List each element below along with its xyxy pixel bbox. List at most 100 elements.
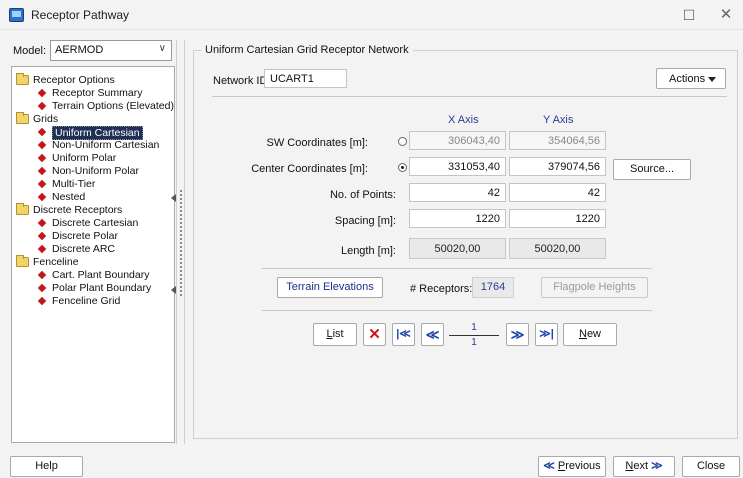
splitter-grip: [180, 190, 182, 296]
tree-label: Nested: [52, 191, 86, 203]
list-button[interactable]: List: [313, 323, 357, 346]
tree-label: Uniform Polar: [52, 152, 117, 164]
center-y-field[interactable]: 379074,56: [509, 157, 606, 176]
next-arrow-icon: ≫: [651, 460, 663, 472]
diamond-icon: [37, 296, 47, 306]
tree-label: Terrain Options (Elevated): [52, 100, 174, 112]
terrain-elevations-button[interactable]: Terrain Elevations: [277, 277, 383, 298]
pathway-tree: Receptor Options Receptor Summary Terrai…: [11, 66, 175, 443]
tree-label: Discrete ARC: [52, 243, 116, 255]
diamond-icon: [37, 283, 47, 293]
diamond-icon: [37, 244, 47, 254]
tree-label: Grids: [33, 113, 59, 125]
points-x-field[interactable]: 42: [409, 183, 506, 202]
diamond-icon: [37, 192, 47, 202]
close-button[interactable]: Close: [682, 456, 740, 477]
center-coordinates-label: Center Coordinates [m]:: [251, 163, 368, 175]
sw-y-field[interactable]: 354064,56: [509, 131, 606, 150]
tree-label: Receptor Options: [33, 74, 115, 86]
network-id-field[interactable]: UCART1: [264, 69, 347, 88]
flagpole-heights-button[interactable]: Flagpole Heights: [541, 277, 648, 298]
length-label: Length [m]:: [340, 245, 396, 257]
diamond-icon: [37, 270, 47, 280]
previous-record-icon[interactable]: ≪: [421, 323, 444, 346]
network-id-label: Network ID:: [213, 75, 271, 87]
collapse-left-icon[interactable]: [171, 286, 176, 294]
actions-button[interactable]: Actions: [656, 68, 726, 89]
panel-splitter[interactable]: [171, 40, 185, 444]
spacing-y-field[interactable]: 1220: [509, 209, 606, 228]
divider: [212, 96, 727, 97]
model-select[interactable]: AERMOD ∨: [50, 40, 172, 61]
tree-label: Polar Plant Boundary: [52, 282, 152, 294]
tree-label: Discrete Cartesian: [52, 217, 139, 229]
actions-label: Actions: [669, 73, 706, 85]
chevron-down-icon: ∨: [158, 43, 166, 54]
folder-open-icon: [16, 255, 29, 267]
spacing-x-field[interactable]: 1220: [409, 209, 506, 228]
tree-label: Cart. Plant Boundary: [52, 269, 150, 281]
source-button[interactable]: Source...: [613, 159, 691, 180]
list-label: ist: [332, 328, 344, 340]
tree-label: Fenceline: [33, 256, 79, 268]
previous-button[interactable]: ≪ Previous: [538, 456, 606, 477]
spacing-label: Spacing [m]:: [334, 215, 396, 227]
new-button[interactable]: New: [563, 323, 617, 346]
length-y-value: 50020,00: [509, 238, 606, 259]
page-divider: [449, 335, 499, 336]
points-y-field[interactable]: 42: [509, 183, 606, 202]
sw-x-field[interactable]: 306043,40: [409, 131, 506, 150]
receptors-count: 1764: [472, 277, 514, 298]
tree-label: Discrete Polar: [52, 230, 118, 242]
diamond-icon: [37, 140, 47, 150]
model-value: AERMOD: [55, 44, 104, 56]
points-label: No. of Points:: [329, 189, 396, 201]
first-record-icon[interactable]: |≪: [392, 323, 415, 346]
next-record-icon[interactable]: ≫: [506, 323, 529, 346]
next-label: ext: [633, 460, 649, 472]
tree-label: Multi-Tier: [52, 178, 96, 190]
tree-label: Discrete Receptors: [33, 204, 123, 216]
page-indicator: 1 1: [447, 322, 501, 348]
diamond-icon: [37, 231, 47, 241]
delete-icon[interactable]: ✕: [363, 323, 386, 346]
app-icon: [9, 8, 24, 22]
center-coordinates-radio[interactable]: [398, 163, 407, 172]
sw-coordinates-radio[interactable]: [398, 137, 407, 146]
tree-label: Non-Uniform Polar: [52, 165, 139, 177]
page-current: 1: [471, 322, 477, 333]
sw-coordinates-label: SW Coordinates [m]:: [266, 137, 368, 149]
group-title: Uniform Cartesian Grid Receptor Network: [201, 44, 413, 56]
close-icon[interactable]: ✕: [712, 6, 740, 24]
last-record-icon[interactable]: ≫|: [535, 323, 558, 346]
center-x-field[interactable]: 331053,40: [409, 157, 506, 176]
diamond-icon: [37, 218, 47, 228]
divider: [262, 310, 652, 311]
tree-label: Fenceline Grid: [52, 295, 121, 307]
diamond-icon: [37, 179, 47, 189]
page-total: 1: [471, 337, 477, 348]
folder-open-icon: [16, 203, 29, 215]
tree-label: Non-Uniform Cartesian: [52, 139, 160, 151]
help-button[interactable]: Help: [10, 456, 83, 477]
tree-label: Receptor Summary: [52, 87, 143, 99]
next-button[interactable]: Next ≫: [613, 456, 675, 477]
diamond-icon: [37, 101, 47, 111]
new-label: ew: [586, 328, 601, 340]
diamond-icon: [37, 127, 47, 137]
maximize-icon[interactable]: ☐: [675, 6, 703, 24]
previous-label: revious: [565, 460, 601, 472]
previous-arrow-icon: ≪: [543, 460, 555, 472]
y-axis-header: Y Axis: [543, 114, 574, 126]
collapse-left-icon[interactable]: [171, 194, 176, 202]
model-label: Model:: [13, 45, 47, 57]
folder-open-icon: [16, 112, 29, 124]
tree-label-selected: Uniform Cartesian: [52, 126, 143, 140]
diamond-icon: [37, 153, 47, 163]
diamond-icon: [37, 166, 47, 176]
length-x-value: 50020,00: [409, 238, 506, 259]
caret-down-icon: [708, 77, 716, 82]
title-bar: Receptor Pathway ☐ ✕: [0, 0, 743, 30]
receptors-label: # Receptors:: [410, 283, 473, 295]
diamond-icon: [37, 88, 47, 98]
